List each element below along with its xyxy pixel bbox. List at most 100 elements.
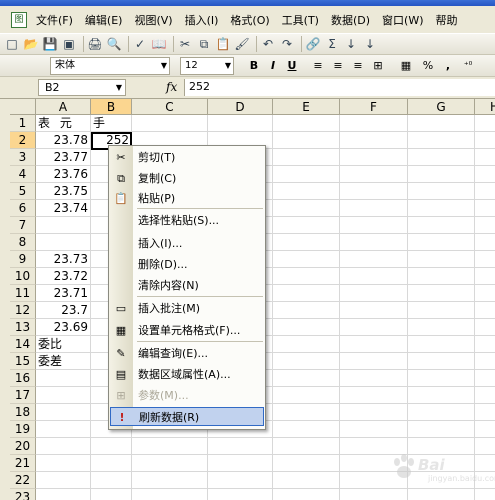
row-header-14[interactable]: 14 (10, 336, 36, 353)
row-header-21[interactable]: 21 (10, 455, 36, 472)
row-header-17[interactable]: 17 (10, 387, 36, 404)
cell-a6[interactable]: 23.74 (38, 200, 90, 217)
menu-format[interactable]: 格式(O) (225, 12, 274, 28)
context-menu-item[interactable]: 📋 粘贴(P) (110, 189, 264, 208)
cell-b1[interactable]: 手 (93, 115, 131, 132)
copy-icon[interactable]: ⧉ (196, 36, 212, 52)
row-header-3[interactable]: 3 (10, 149, 36, 166)
row-header-18[interactable]: 18 (10, 404, 36, 421)
menu-edit[interactable]: 编辑(E) (80, 12, 128, 28)
row-header-15[interactable]: 15 (10, 353, 36, 370)
menu-window[interactable]: 窗口(W) (377, 12, 428, 28)
merge-center-icon[interactable]: ⊞ (370, 58, 386, 74)
paste-icon[interactable]: 📋 (215, 36, 231, 52)
open-icon[interactable]: 📂 (23, 36, 39, 52)
row-header-4[interactable]: 4 (10, 166, 36, 183)
cell-a2[interactable]: 23.78 (38, 132, 90, 149)
row-header-11[interactable]: 11 (10, 285, 36, 302)
context-menu-item[interactable]: ▭ 插入批注(M) (110, 299, 264, 318)
column-header-f[interactable]: F (340, 99, 408, 115)
autosum-icon[interactable]: Σ (324, 36, 340, 52)
row-header-12[interactable]: 12 (10, 302, 36, 319)
menu-help[interactable]: 帮助 (431, 12, 463, 28)
cell-a3[interactable]: 23.77 (38, 149, 90, 166)
percent-button[interactable]: % (420, 58, 436, 74)
increase-decimal-icon[interactable]: ⁺⁰ (460, 58, 476, 74)
permission-icon[interactable]: ▣ (61, 36, 77, 52)
font-name-select[interactable]: 宋体 ▼ (50, 57, 170, 75)
menu-data[interactable]: 数据(D) (326, 12, 375, 28)
cell-a12[interactable]: 23.7 (38, 302, 90, 319)
print-icon[interactable]: 🖨 (87, 36, 103, 52)
cell-a13[interactable]: 23.69 (38, 319, 90, 336)
row-header-10[interactable]: 10 (10, 268, 36, 285)
spelling-icon[interactable]: ✓ (132, 36, 148, 52)
cell-a9[interactable]: 23.73 (38, 251, 90, 268)
comma-style-button[interactable]: , (440, 58, 456, 74)
row-header-22[interactable]: 22 (10, 472, 36, 489)
row-header-20[interactable]: 20 (10, 438, 36, 455)
formula-input[interactable]: 252 (184, 79, 495, 96)
select-all-corner[interactable] (10, 99, 36, 115)
row-header-19[interactable]: 19 (10, 421, 36, 438)
cell-a5[interactable]: 23.75 (38, 183, 90, 200)
menu-file[interactable]: 文件(F) (31, 12, 78, 28)
context-menu-item[interactable]: 选择性粘贴(S)... (110, 211, 264, 230)
row-header-6[interactable]: 6 (10, 200, 36, 217)
row-header-5[interactable]: 5 (10, 183, 36, 200)
column-header-e[interactable]: E (273, 99, 340, 115)
italic-button[interactable]: I (265, 58, 281, 74)
name-box[interactable]: B2 ▼ (38, 79, 126, 96)
print-preview-icon[interactable]: 🔍 (106, 36, 122, 52)
row-header-13[interactable]: 13 (10, 319, 36, 336)
underline-button[interactable]: U (284, 58, 300, 74)
redo-icon[interactable]: ↷ (279, 36, 295, 52)
context-menu-item[interactable]: ✎ 编辑查询(E)... (110, 344, 264, 363)
context-menu-item[interactable]: 插入(I)... (110, 234, 264, 253)
column-header-d[interactable]: D (208, 99, 273, 115)
excel-app-icon[interactable]: 图 (11, 11, 27, 28)
cell-a11[interactable]: 23.71 (38, 285, 90, 302)
menu-view[interactable]: 视图(V) (129, 12, 177, 28)
format-painter-icon[interactable]: 🖌 (234, 36, 250, 52)
sort-descending-icon[interactable]: ↓ (362, 36, 378, 52)
column-header-b[interactable]: B (91, 99, 132, 115)
context-menu-item[interactable]: ✂ 剪切(T) (110, 148, 264, 167)
fx-icon[interactable]: fx (166, 80, 177, 94)
column-header-c[interactable]: C (132, 99, 208, 115)
context-menu-item[interactable]: ▦ 设置单元格格式(F)... (110, 321, 264, 340)
row-header-1[interactable]: 1 (10, 115, 36, 132)
row-header-16[interactable]: 16 (10, 370, 36, 387)
menu-insert[interactable]: 插入(I) (180, 12, 224, 28)
context-menu-item[interactable]: ⧉ 复制(C) (110, 169, 264, 188)
context-menu-item[interactable]: 删除(D)... (110, 255, 264, 274)
save-icon[interactable]: 💾 (42, 36, 58, 52)
column-header-g[interactable]: G (408, 99, 475, 115)
column-header-a[interactable]: A (36, 99, 91, 115)
row-header-9[interactable]: 9 (10, 251, 36, 268)
context-menu-item[interactable]: 清除内容(N) (110, 276, 264, 295)
new-icon[interactable]: □ (4, 36, 20, 52)
undo-icon[interactable]: ↶ (260, 36, 276, 52)
menu-tools[interactable]: 工具(T) (277, 12, 324, 28)
currency-icon[interactable]: ▦ (398, 58, 414, 74)
cell-a15[interactable]: 委差 (38, 353, 90, 370)
row-header-8[interactable]: 8 (10, 234, 36, 251)
align-left-icon[interactable]: ≡ (310, 58, 326, 74)
row-header-23[interactable]: 23 (10, 489, 36, 500)
font-size-select[interactable]: 12 ▼ (180, 57, 234, 75)
row-header-7[interactable]: 7 (10, 217, 36, 234)
cell-a1[interactable]: 表 元 (38, 115, 90, 132)
context-menu-item[interactable]: ▤ 数据区域属性(A)... (110, 365, 264, 384)
context-menu-item[interactable]: ! 刷新数据(R) (110, 407, 264, 426)
cell-a10[interactable]: 23.72 (38, 268, 90, 285)
sort-ascending-icon[interactable]: ↓ (343, 36, 359, 52)
align-right-icon[interactable]: ≡ (350, 58, 366, 74)
row-header-2[interactable]: 2 (10, 132, 36, 149)
cell-a14[interactable]: 委比 (38, 336, 90, 353)
cell-a4[interactable]: 23.76 (38, 166, 90, 183)
hyperlink-icon[interactable]: 🔗 (305, 36, 321, 52)
research-icon[interactable]: 📖 (151, 36, 167, 52)
column-header-h[interactable]: H (475, 99, 495, 115)
cut-icon[interactable]: ✂ (177, 36, 193, 52)
